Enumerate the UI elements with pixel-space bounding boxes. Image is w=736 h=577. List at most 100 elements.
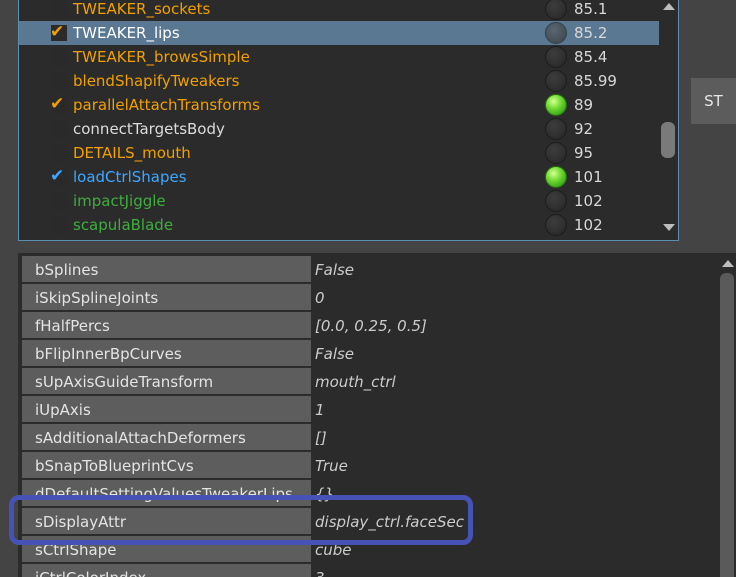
task-list: TWEAKER_sockets 85.1 ✔ TWEAKER_lips 85.2 TWEA… bbox=[19, 0, 659, 237]
task-row[interactable]: scapulaBlade 102 bbox=[19, 213, 659, 237]
status-indicator-icon bbox=[545, 46, 567, 68]
attribute-name: sAdditionalAttachDeformers bbox=[22, 424, 311, 450]
status-indicator-icon bbox=[545, 214, 567, 236]
task-list-scrollbar[interactable] bbox=[659, 0, 678, 240]
attribute-value-field[interactable]: 3 bbox=[313, 564, 718, 577]
task-order-value: 92 bbox=[574, 120, 594, 138]
task-row[interactable]: impactJiggle 102 bbox=[19, 189, 659, 213]
attribute-row[interactable]: iCtrlColorIndex3 bbox=[18, 563, 718, 577]
attribute-name: sCtrlShape bbox=[22, 536, 311, 562]
task-order-value: 102 bbox=[574, 216, 603, 234]
status-indicator-icon bbox=[545, 190, 567, 212]
task-row[interactable]: ✔ parallelAttachTransforms 89 bbox=[19, 93, 659, 117]
task-order-value: 85.4 bbox=[574, 48, 608, 66]
attribute-scroll-thumb[interactable] bbox=[720, 273, 734, 577]
attribute-value-field[interactable]: {} bbox=[313, 480, 718, 506]
attribute-name: sDisplayAttr bbox=[22, 508, 311, 534]
status-indicator-icon bbox=[545, 142, 567, 164]
attribute-row[interactable]: sUpAxisGuideTransform mouth_ctrl bbox=[18, 367, 718, 395]
checkmark-icon: ✔ bbox=[50, 166, 65, 186]
attribute-row[interactable]: bFlipInnerBpCurves False bbox=[18, 339, 718, 367]
status-indicator-icon bbox=[545, 166, 567, 188]
task-label: parallelAttachTransforms bbox=[73, 96, 260, 114]
task-label: blendShapifyTweakers bbox=[73, 72, 240, 90]
attribute-name: iUpAxis bbox=[22, 396, 311, 422]
attribute-name: fHalfPercs bbox=[22, 312, 311, 338]
task-label: DETAILS_mouth bbox=[73, 144, 191, 162]
task-row[interactable]: ✔ loadCtrlShapes 101 bbox=[19, 165, 659, 189]
checkmark-icon: ✔ bbox=[50, 22, 65, 42]
attribute-value-field[interactable]: 1 bbox=[313, 396, 718, 422]
attribute-value-field[interactable]: display_ctrl.faceSec bbox=[313, 508, 718, 534]
task-row[interactable]: ✔ TWEAKER_lips 85.2 bbox=[19, 21, 659, 45]
attribute-name: bFlipInnerBpCurves bbox=[22, 340, 311, 366]
checkmark-icon: ✔ bbox=[50, 94, 65, 114]
status-indicator-icon bbox=[545, 22, 567, 44]
task-order-value: 101 bbox=[574, 168, 603, 186]
task-row[interactable]: connectTargetsBody 92 bbox=[19, 117, 659, 141]
task-checkbox[interactable] bbox=[51, 193, 67, 209]
attribute-name: bSplines bbox=[22, 256, 311, 282]
task-order-value: 85.1 bbox=[574, 0, 608, 18]
task-list-scroll-thumb[interactable] bbox=[661, 122, 675, 158]
task-order-value: 95 bbox=[574, 144, 594, 162]
attribute-row[interactable]: bSnapToBlueprintCvs True bbox=[18, 451, 718, 479]
attribute-name: iCtrlColorIndex bbox=[22, 564, 311, 577]
attribute-row[interactable]: sDisplayAttr display_ctrl.faceSec bbox=[18, 507, 718, 535]
task-row[interactable]: TWEAKER_browsSimple 85.4 bbox=[19, 45, 659, 69]
status-indicator-icon bbox=[545, 0, 567, 20]
attribute-value-field[interactable]: True bbox=[313, 452, 718, 478]
task-order-value: 85.2 bbox=[574, 24, 608, 42]
attribute-row[interactable]: dDefaultSettingValuesTweakerLips{} bbox=[18, 479, 718, 507]
task-order-value: 85.99 bbox=[574, 72, 617, 90]
attribute-row[interactable]: iSkipSplineJoints 0 bbox=[18, 283, 718, 311]
task-label: TWEAKER_sockets bbox=[73, 0, 211, 18]
status-indicator-icon bbox=[545, 118, 567, 140]
attribute-row[interactable]: sCtrlShape cube bbox=[18, 535, 718, 563]
attribute-value-field[interactable]: [] bbox=[313, 424, 718, 450]
status-indicator-icon bbox=[545, 70, 567, 92]
task-label: TWEAKER_browsSimple bbox=[73, 48, 250, 66]
attribute-table: bSplines False iSkipSplineJoints 0 fHalfPerc… bbox=[18, 253, 736, 577]
task-checkbox[interactable] bbox=[51, 121, 67, 137]
attribute-row[interactable]: fHalfPercs [0.0, 0.25, 0.5] bbox=[18, 311, 718, 339]
attribute-row[interactable]: sAdditionalAttachDeformers[] bbox=[18, 423, 718, 451]
task-checkbox[interactable]: ✔ bbox=[50, 166, 67, 186]
attribute-name: dDefaultSettingValuesTweakerLips bbox=[22, 480, 311, 506]
task-checkbox[interactable] bbox=[51, 49, 67, 65]
task-list-panel: TWEAKER_sockets 85.1 ✔ TWEAKER_lips 85.2 TWEA… bbox=[18, 0, 679, 241]
attribute-value-field[interactable]: mouth_ctrl bbox=[313, 368, 718, 394]
status-indicator-icon bbox=[545, 94, 567, 116]
task-label: scapulaBlade bbox=[73, 216, 174, 234]
attribute-scrollbar[interactable] bbox=[718, 253, 736, 577]
attribute-name: iSkipSplineJoints bbox=[22, 284, 311, 310]
task-row[interactable]: DETAILS_mouth 95 bbox=[19, 141, 659, 165]
task-checkbox[interactable] bbox=[51, 217, 67, 233]
attribute-name: sUpAxisGuideTransform bbox=[22, 368, 311, 394]
attribute-name: bSnapToBlueprintCvs bbox=[22, 452, 311, 478]
task-order-value: 89 bbox=[574, 96, 594, 114]
task-label: connectTargetsBody bbox=[73, 120, 225, 138]
task-label: impactJiggle bbox=[73, 192, 166, 210]
attribute-row[interactable]: iUpAxis 1 bbox=[18, 395, 718, 423]
task-row[interactable]: TWEAKER_sockets 85.1 bbox=[19, 0, 659, 21]
task-label: loadCtrlShapes bbox=[73, 168, 187, 186]
scroll-down-arrow-icon[interactable] bbox=[663, 224, 675, 231]
attribute-row[interactable]: bSplines False bbox=[18, 255, 718, 283]
scroll-up-arrow-icon[interactable] bbox=[722, 260, 734, 267]
task-checkbox[interactable] bbox=[51, 1, 67, 17]
task-checkbox[interactable] bbox=[51, 73, 67, 89]
task-order-value: 102 bbox=[574, 192, 603, 210]
attribute-value-field[interactable]: [0.0, 0.25, 0.5] bbox=[313, 312, 718, 338]
attribute-value-field[interactable]: 0 bbox=[313, 284, 718, 310]
st-button[interactable]: ST bbox=[691, 78, 736, 124]
scroll-up-arrow-icon[interactable] bbox=[663, 3, 675, 10]
task-row[interactable]: blendShapifyTweakers 85.99 bbox=[19, 69, 659, 93]
task-label: TWEAKER_lips bbox=[73, 24, 180, 42]
task-checkbox[interactable] bbox=[51, 145, 67, 161]
attribute-value-field[interactable]: False bbox=[313, 340, 718, 366]
attribute-value-field[interactable]: cube bbox=[313, 536, 718, 562]
task-checkbox[interactable]: ✔ bbox=[50, 94, 67, 114]
attribute-value-field[interactable]: False bbox=[313, 256, 718, 282]
task-checkbox[interactable]: ✔ bbox=[50, 22, 67, 42]
